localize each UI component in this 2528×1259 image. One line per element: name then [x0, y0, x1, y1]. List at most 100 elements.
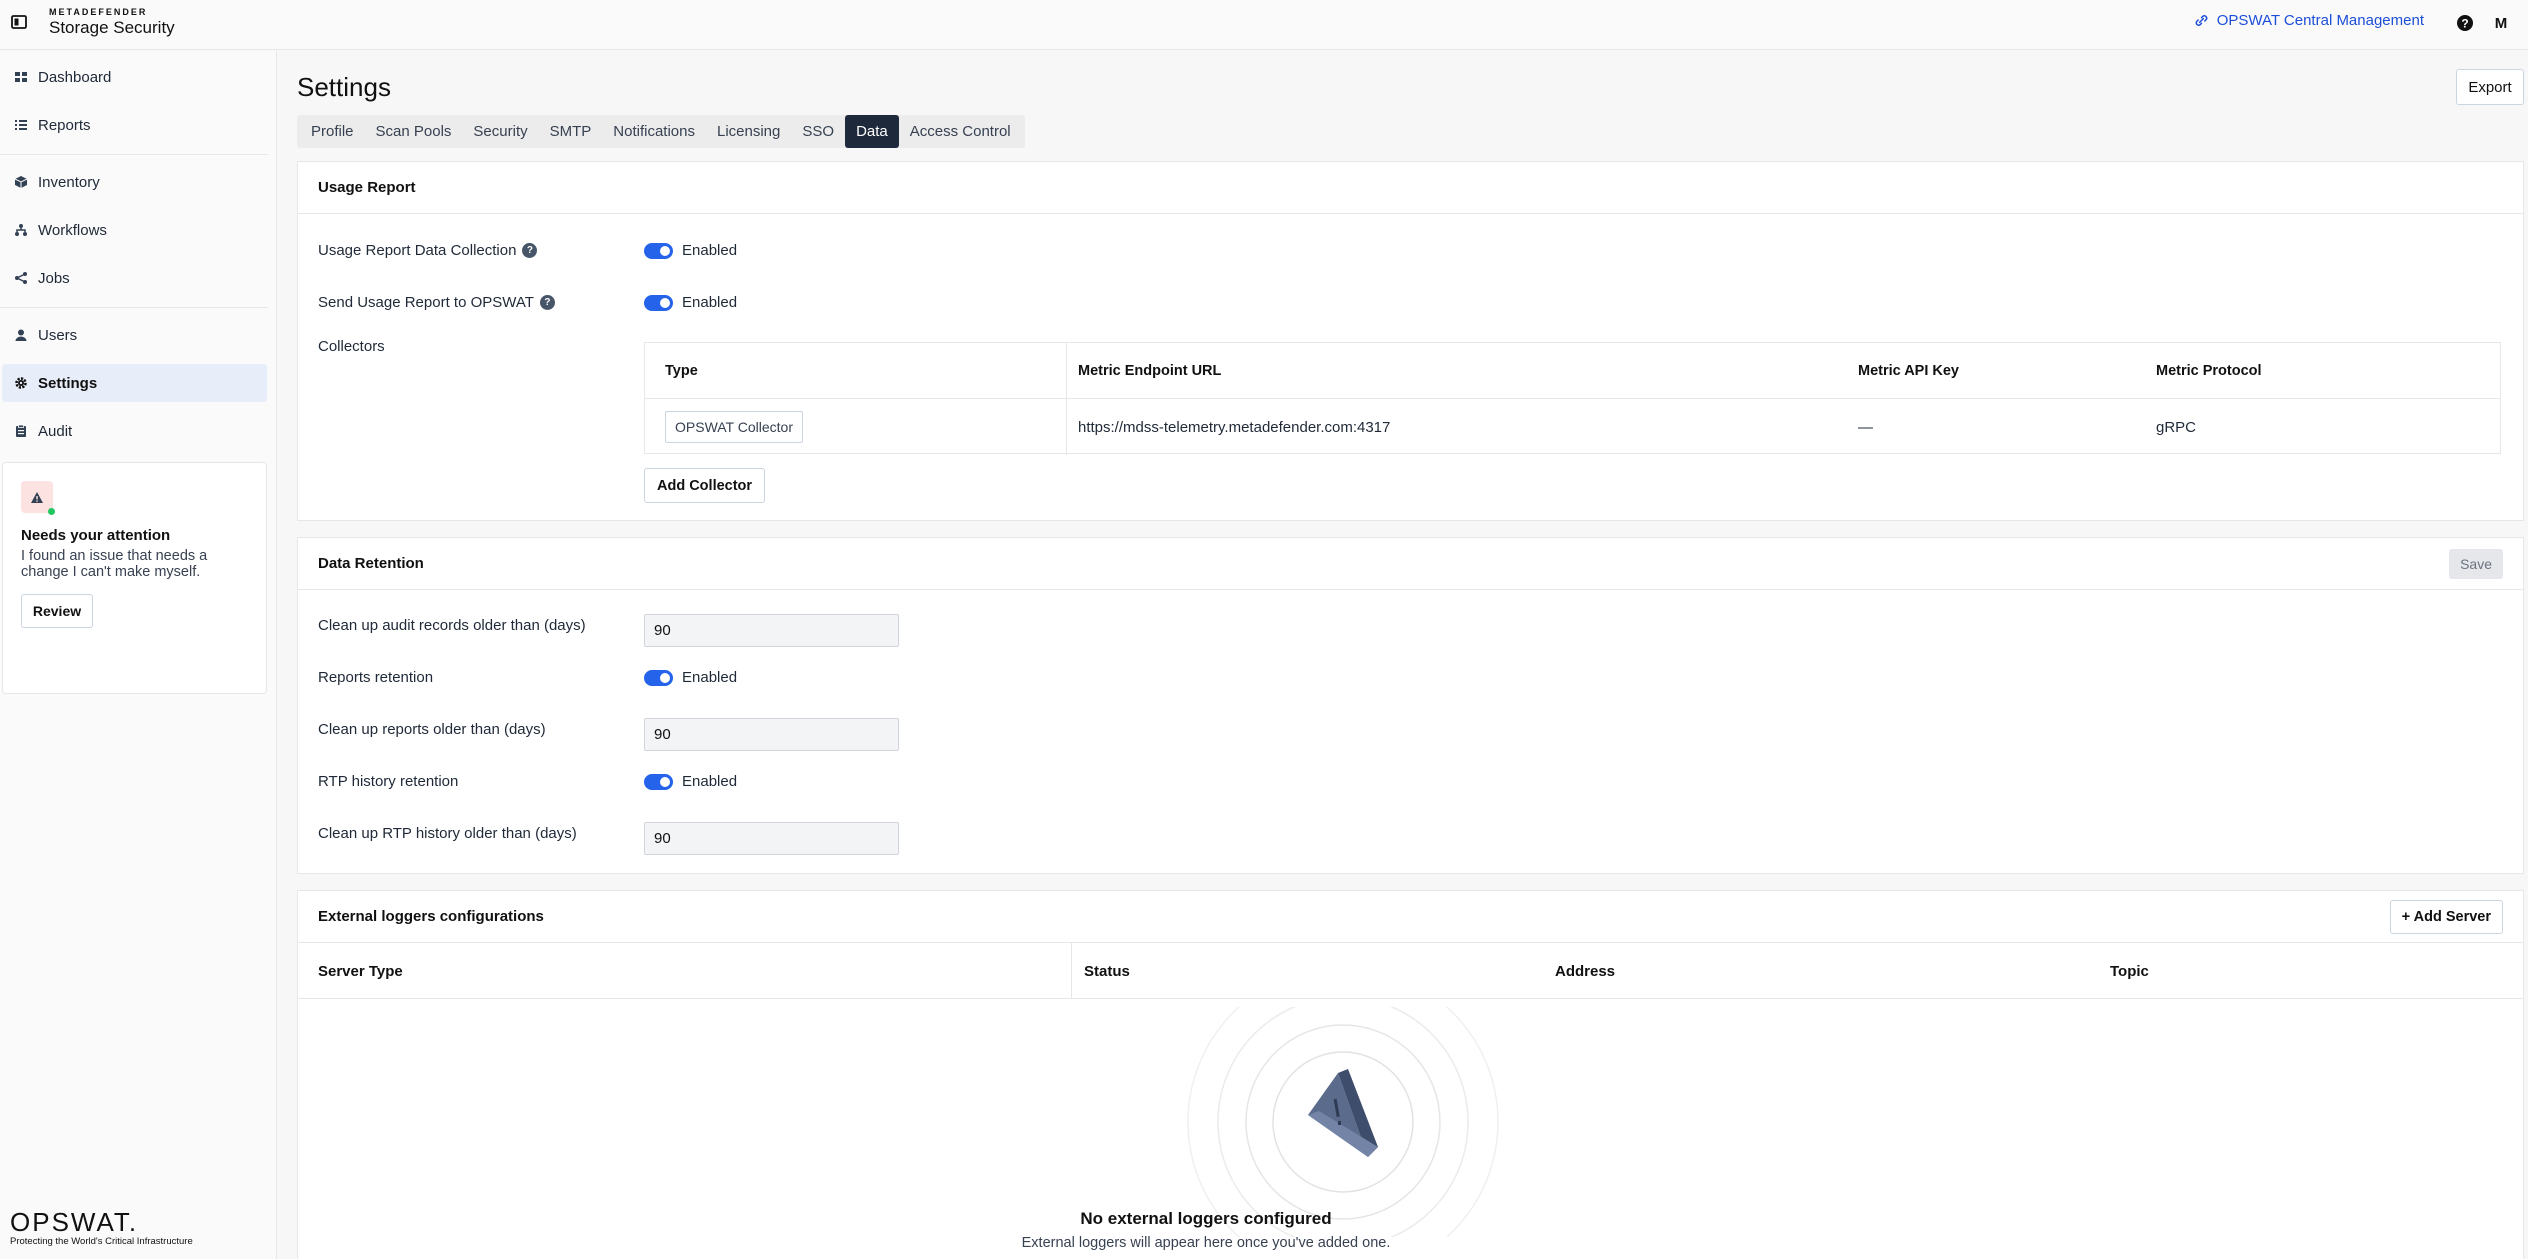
tab-notifications[interactable]: Notifications: [602, 115, 706, 148]
empty-state: No external loggers configured External …: [298, 999, 2523, 1259]
column-header: Type: [665, 363, 698, 379]
audit-cleanup-label: Clean up audit records older than (days): [318, 617, 586, 634]
collectors-table: Type Metric Endpoint URL Metric API Key …: [644, 342, 2501, 455]
save-button[interactable]: Save: [2449, 549, 2503, 579]
send-report-toggle-group: Enabled: [644, 294, 737, 311]
sidebar-item-workflows[interactable]: Workflows: [2, 211, 267, 249]
protocol-cell: gRPC: [2156, 418, 2197, 436]
table-row: OPSWAT Collector https://mdss-telemetry.…: [645, 399, 2500, 455]
reports-retention-toggle[interactable]: [644, 669, 673, 686]
avatar[interactable]: M: [2486, 8, 2516, 38]
table-header: Type Metric Endpoint URL Metric API Key …: [645, 343, 2500, 399]
tab-profile[interactable]: Profile: [300, 115, 365, 148]
tab-licensing[interactable]: Licensing: [706, 115, 791, 148]
empty-state-subtitle: External loggers will appear here once y…: [1021, 1235, 1391, 1251]
collectors-label: Collectors: [318, 338, 385, 355]
review-button[interactable]: Review: [21, 594, 93, 628]
loggers-table-header: Server Type Status Address Topic: [298, 943, 2523, 999]
data-retention-card: Data Retention Save Clean up audit recor…: [297, 537, 2524, 874]
data-collection-toggle-group: Enabled: [644, 242, 737, 259]
status-dot: [48, 508, 55, 515]
sidebar-item-audit[interactable]: Audit: [2, 412, 267, 450]
endpoint-url-cell: https://mdss-telemetry.metadefender.com:…: [1078, 418, 1391, 436]
collector-type-cell: OPSWAT Collector: [665, 399, 803, 455]
external-loggers-title: External loggers configurations: [318, 908, 544, 925]
sidebar-item-settings[interactable]: Settings: [2, 364, 267, 402]
rtp-retention-state: Enabled: [682, 773, 738, 790]
svg-text:?: ?: [2461, 17, 2468, 31]
sidebar-item-inventory[interactable]: Inventory: [2, 163, 267, 201]
sidebar-item-label: Jobs: [38, 269, 70, 287]
tab-sso[interactable]: SSO: [791, 115, 845, 148]
column-header: Status: [1084, 962, 1130, 980]
column-header: Topic: [2110, 962, 2149, 980]
clipboard-icon: [16, 424, 26, 437]
reports-retention-state: Enabled: [682, 669, 738, 686]
data-collection-label: Usage Report Data Collection: [318, 242, 517, 259]
add-server-button[interactable]: + Add Server: [2389, 900, 2503, 934]
column-header: Metric Protocol: [2156, 363, 2262, 379]
logo-word: OPSWAT.: [10, 1207, 139, 1237]
link-icon: [2195, 15, 2208, 26]
collector-type-chip[interactable]: OPSWAT Collector: [665, 411, 803, 443]
add-collector-button[interactable]: Add Collector: [644, 468, 766, 503]
sidebar-item-reports[interactable]: Reports: [2, 106, 267, 144]
api-key-cell: —: [1858, 418, 1873, 436]
cube-icon: [14, 176, 28, 188]
tab-security[interactable]: Security: [462, 115, 538, 148]
dashboard-icon: [15, 72, 27, 82]
external-loggers-card: External loggers configurations + Add Se…: [297, 890, 2524, 1259]
usage-report-card: Usage Report Usage Report Data Collectio…: [297, 161, 2524, 521]
sidebar-item-dashboard[interactable]: Dashboard: [2, 58, 267, 96]
audit-cleanup-input[interactable]: [644, 614, 899, 647]
brand-top: METADEFENDER: [49, 7, 148, 17]
help-icon[interactable]: ?: [539, 295, 555, 310]
sidebar-item-label: Reports: [38, 116, 91, 134]
rtp-retention-toggle[interactable]: [644, 773, 673, 790]
sidebar-item-label: Inventory: [38, 173, 100, 191]
share-icon: [15, 272, 27, 284]
tab-scan-pools[interactable]: Scan Pools: [365, 115, 463, 148]
column-divider: [1071, 943, 1072, 999]
tab-data[interactable]: Data: [845, 115, 899, 148]
data-collection-toggle[interactable]: [644, 242, 673, 259]
column-header: Address: [1555, 962, 1616, 980]
sidebar-toggle-icon[interactable]: [10, 13, 28, 31]
top-bar: METADEFENDER Storage Security OPSWAT Cen…: [0, 0, 2528, 50]
empty-state-title: No external loggers configured: [1080, 1209, 1332, 1228]
settings-tabs: Profile Scan Pools Security SMTP Notific…: [297, 115, 1025, 148]
send-report-toggle[interactable]: [644, 294, 673, 311]
column-header: Metric API Key: [1858, 363, 1959, 379]
rtp-cleanup-input[interactable]: [644, 822, 899, 855]
sidebar-item-label: Dashboard: [38, 68, 112, 86]
send-report-label: Send Usage Report to OPSWAT: [318, 294, 534, 311]
column-header: Metric Endpoint URL: [1078, 363, 1222, 379]
brand: METADEFENDER Storage Security: [49, 7, 175, 38]
data-retention-header: Data Retention Save: [298, 538, 2523, 590]
export-button[interactable]: Export: [2456, 69, 2524, 105]
help-icon[interactable]: ?: [2455, 13, 2475, 33]
sidebar-item-jobs[interactable]: Jobs: [2, 259, 267, 297]
brand-main: Storage Security: [49, 18, 175, 37]
sidebar-item-label: Settings: [38, 374, 98, 392]
empty-state-illustration: [1187, 1007, 1499, 1237]
usage-report-title: Usage Report: [298, 162, 2523, 214]
workflow-icon: [15, 224, 27, 236]
gear-icon: [15, 377, 27, 389]
sidebar-item-users[interactable]: Users: [2, 316, 267, 354]
sidebar-item-label: Users: [38, 326, 78, 344]
reports-cleanup-input[interactable]: [644, 718, 899, 751]
reports-cleanup-label: Clean up reports older than (days): [318, 721, 546, 738]
central-management-link[interactable]: OPSWAT Central Management: [2194, 12, 2424, 29]
send-report-row: Send Usage Report to OPSWAT ?: [318, 294, 555, 311]
help-icon[interactable]: ?: [522, 243, 538, 258]
user-icon: [15, 329, 27, 341]
list-icon: [15, 120, 27, 130]
sidebar-item-label: Audit: [38, 422, 73, 440]
tab-smtp[interactable]: SMTP: [539, 115, 603, 148]
nav-divider: [0, 154, 268, 155]
rtp-cleanup-label: Clean up RTP history older than (days): [318, 825, 577, 842]
nav-divider: [0, 307, 268, 308]
tab-access-control[interactable]: Access Control: [899, 115, 1022, 148]
send-report-state: Enabled: [682, 294, 738, 311]
